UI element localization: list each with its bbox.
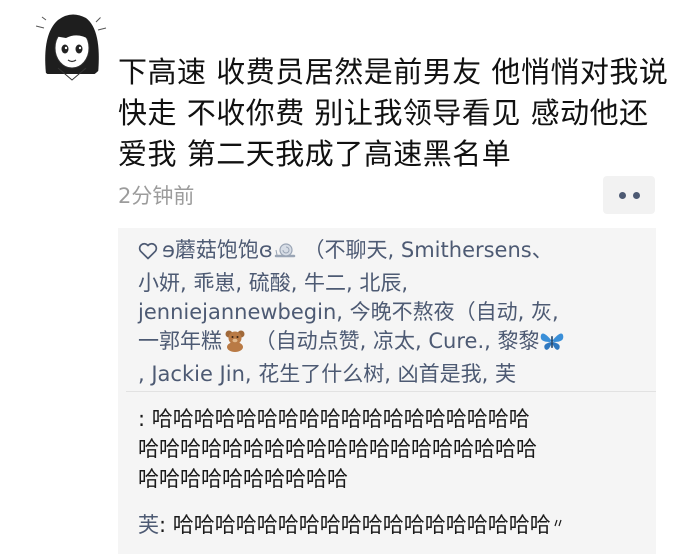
likes-line: , Jackie Jin, 花生了什么树, 凶首是我, 芙 <box>138 362 516 386</box>
heart-outline-icon <box>138 239 158 268</box>
comment-text: : 哈哈哈哈哈哈哈哈哈哈哈哈哈哈哈哈哈哈 <box>159 513 551 537</box>
likes-text: （不聊天, Smithersens、 <box>296 238 553 262</box>
post-text: 下高速 收费员居然是前男友 他悄悄对我说 快走 不收你费 别让我领导看见 感动他… <box>118 52 678 175</box>
divider <box>126 391 656 392</box>
comment-text: 哈哈哈哈哈哈哈哈哈哈哈哈哈哈哈哈哈哈哈 <box>138 437 537 461</box>
truncated-mark-icon <box>553 506 563 536</box>
more-dot-icon <box>632 191 640 199</box>
comment-author[interactable]: 芙 <box>138 513 159 537</box>
comment-text: : 哈哈哈哈哈哈哈哈哈哈哈哈哈哈哈哈哈哈 <box>138 407 530 431</box>
post-text-line: 爱我 第二天我成了高速黑名单 <box>118 137 512 171</box>
likes-line: ɘ蘑菇饱饱ɞ （不聊天, Smithersens、 <box>138 236 658 269</box>
comment[interactable]: : 哈哈哈哈哈哈哈哈哈哈哈哈哈哈哈哈哈哈 哈哈哈哈哈哈哈哈哈哈哈哈哈哈哈哈哈哈哈… <box>138 404 658 494</box>
likes-line: 一郭年糕 （自动点赞, 凉太, Cure., 黎黎 <box>138 327 658 360</box>
more-actions-button[interactable] <box>603 176 655 214</box>
snail-emoji-icon <box>273 240 297 269</box>
teddy-bear-emoji-icon <box>222 328 248 360</box>
post-text-line: 快走 不收你费 别让我领导看见 感动他还 <box>118 96 649 130</box>
comment[interactable]: 芙: 哈哈哈哈哈哈哈哈哈哈哈哈哈哈哈哈哈哈 <box>138 506 658 540</box>
avatar-image <box>32 4 110 82</box>
comment-line: 芙: 哈哈哈哈哈哈哈哈哈哈哈哈哈哈哈哈哈哈 <box>138 506 658 540</box>
likes-list: ɘ蘑菇饱饱ɞ （不聊天, Smithersens、 小妍, 乖崽, 硫酸, 牛二… <box>138 236 658 389</box>
more-dot-icon <box>618 191 626 199</box>
post-timestamp: 2分钟前 <box>118 184 195 208</box>
liker-name[interactable]: 一郭年糕 <box>138 329 222 353</box>
likes-comments-panel: ɘ蘑菇饱饱ɞ （不聊天, Smithersens、 小妍, 乖崽, 硫酸, 牛二… <box>118 228 656 554</box>
butterfly-emoji-icon <box>539 330 565 360</box>
likes-line: 小妍, 乖崽, 硫酸, 牛二, 北辰, <box>138 271 409 295</box>
post-text-line: 下高速 收费员居然是前男友 他悄悄对我说 <box>118 55 669 89</box>
likes-text: （自动点赞, 凉太, Cure., 黎黎 <box>248 329 540 353</box>
comment-text: 哈哈哈哈哈哈哈哈哈哈 <box>138 467 348 491</box>
avatar[interactable] <box>32 4 110 82</box>
liker-name[interactable]: ɘ蘑菇饱饱ɞ <box>162 238 273 262</box>
likes-line: jenniejannewbegin, 今晚不熬夜（自动, 灰, <box>138 300 559 324</box>
